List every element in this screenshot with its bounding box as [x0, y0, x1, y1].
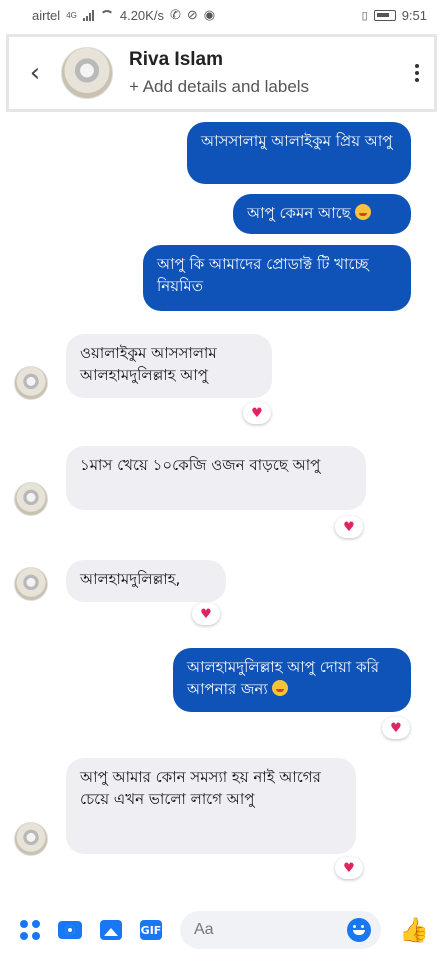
- message-composer: GIF Aa 👍: [0, 900, 443, 960]
- messenger-icon: ◉: [203, 7, 216, 22]
- message-bubble-incoming[interactable]: ১মাস খেয়ে ১০কেজি ওজন বাড়ছে আপু: [66, 446, 366, 510]
- more-options-button[interactable]: [400, 64, 434, 82]
- gif-icon[interactable]: GIF: [140, 920, 162, 940]
- message-bubble-incoming[interactable]: ওয়ালাইকুম আসসালাম আলহামদুলিল্লাহ আপু: [66, 334, 272, 398]
- gallery-icon[interactable]: [100, 920, 122, 940]
- contact-name[interactable]: Riva Islam: [129, 49, 400, 71]
- message-text: আপু কেমন আছে: [247, 204, 351, 222]
- smiling-face-with-hearts-icon: [354, 204, 371, 220]
- wifi-icon: [99, 10, 114, 20]
- network-speed: 4.20K/s: [119, 7, 164, 23]
- status-bar: airtel 4G 4.20K/s ✆ ⊘ ◉ ▯ 9:51: [0, 0, 443, 30]
- add-details-link[interactable]: + Add details and labels: [129, 77, 400, 97]
- message-text: আসসালামু আলাইকুম প্রিয় আপু: [201, 132, 393, 150]
- message-text: ওয়ালাইকুম আসসালাম আলহামদুলিল্লাহ আপু: [80, 344, 217, 384]
- more-actions-icon[interactable]: [20, 920, 40, 940]
- alarm-icon: ⊘: [186, 7, 198, 22]
- smiling-face-with-hearts-icon: [271, 679, 288, 696]
- sender-avatar[interactable]: [14, 482, 48, 516]
- message-bubble-incoming[interactable]: আলহামদুলিল্লাহ,: [66, 560, 226, 602]
- signal-icon: [82, 9, 94, 21]
- heart-reaction-icon[interactable]: ♥: [335, 516, 363, 538]
- message-text: ১মাস খেয়ে ১০কেজি ওজন বাড়ছে আপু: [80, 456, 321, 474]
- network-type: 4G: [66, 10, 77, 20]
- heart-reaction-icon[interactable]: ♥: [243, 402, 271, 424]
- message-bubble-outgoing[interactable]: আসসালামু আলাইকুম প্রিয় আপু: [187, 122, 411, 184]
- sender-avatar[interactable]: [14, 822, 48, 856]
- message-text: আপু আমার কোন সমস্যা হয় নাই আগের চেয়ে এ…: [80, 768, 321, 808]
- heart-reaction-icon[interactable]: ♥: [192, 603, 220, 625]
- vibrate-icon: ▯: [361, 9, 368, 22]
- message-bubble-outgoing[interactable]: আপু কি আমাদের প্রোডাক্ট টি খাচ্ছে নিয়মি…: [143, 245, 411, 311]
- contact-avatar[interactable]: [61, 47, 113, 99]
- message-input[interactable]: Aa: [180, 911, 382, 949]
- chat-header: ‹ Riva Islam + Add details and labels: [6, 34, 437, 112]
- clock: 9:51: [401, 7, 427, 23]
- message-placeholder: Aa: [194, 921, 214, 938]
- message-bubble-outgoing[interactable]: আপু কেমন আছে: [233, 194, 411, 234]
- heart-reaction-icon[interactable]: ♥: [382, 717, 410, 739]
- gif-label: GIF: [140, 923, 162, 937]
- heart-reaction-icon[interactable]: ♥: [335, 857, 363, 879]
- carrier-label: airtel: [32, 7, 61, 23]
- battery-icon: [373, 9, 396, 21]
- camera-icon[interactable]: [58, 921, 82, 939]
- sender-avatar[interactable]: [14, 567, 48, 601]
- back-button[interactable]: ‹: [9, 58, 61, 88]
- message-bubble-outgoing[interactable]: আলহামদুলিল্লাহ আপু দোয়া করি আপনার জন্য: [173, 648, 411, 712]
- emoji-icon[interactable]: [347, 918, 372, 942]
- call-icon: ✆: [169, 7, 181, 22]
- message-bubble-incoming[interactable]: আপু আমার কোন সমস্যা হয় নাই আগের চেয়ে এ…: [66, 758, 356, 854]
- message-text: আপু কি আমাদের প্রোডাক্ট টি খাচ্ছে নিয়মি…: [157, 255, 369, 295]
- sender-avatar[interactable]: [14, 366, 48, 400]
- thumbs-up-icon[interactable]: 👍: [399, 916, 429, 944]
- message-text: আলহামদুলিল্লাহ,: [80, 570, 181, 588]
- chevron-left-icon: ‹: [29, 58, 41, 88]
